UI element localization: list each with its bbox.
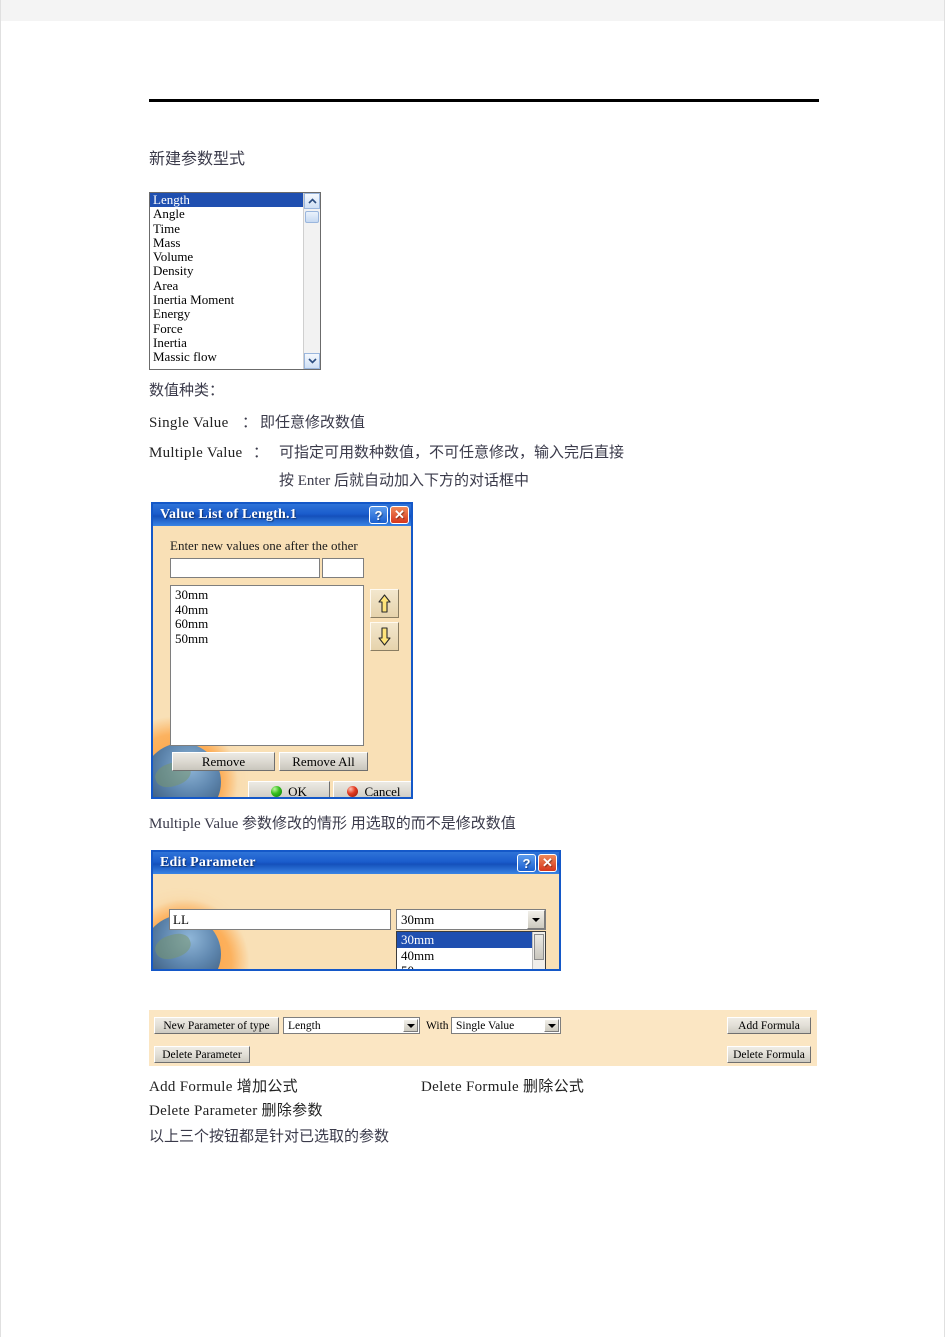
- ok-led-icon: [271, 786, 283, 797]
- list-item[interactable]: Energy: [150, 307, 303, 321]
- remove-all-button[interactable]: Remove All: [279, 752, 368, 771]
- list-item[interactable]: Density: [150, 264, 303, 278]
- parameter-value-combo[interactable]: 30mm: [396, 909, 546, 930]
- new-parameter-of-type-button[interactable]: New Parameter of type: [154, 1017, 279, 1034]
- parameter-type-list[interactable]: Length Angle Time Mass Volume Density Ar…: [150, 193, 303, 369]
- page-heading: 新建参数型式: [149, 151, 246, 168]
- list-item[interactable]: 60mm: [171, 616, 363, 632]
- cancel-led-icon: [347, 786, 359, 797]
- multiple-value-caption: Multiple Value 参数修改的情形 用选取的而不是修改数值: [149, 816, 516, 832]
- parameter-value-dropdown-list[interactable]: 30mm 40mm 50mm 60mm: [397, 932, 532, 969]
- list-item[interactable]: 50mm: [397, 963, 532, 969]
- list-item[interactable]: Mass: [150, 236, 303, 250]
- arrow-up-icon: [378, 594, 391, 613]
- list-item[interactable]: Force: [150, 322, 303, 336]
- ok-button-label: OK: [288, 783, 307, 799]
- list-item[interactable]: 30mm: [171, 587, 363, 603]
- value-list-dialog-title: Value List of Length.1: [160, 507, 297, 522]
- parameter-type-listbox[interactable]: Length Angle Time Mass Volume Density Ar…: [149, 192, 321, 370]
- scrollbar-thumb[interactable]: [534, 934, 544, 960]
- parameter-value-combo-value: 30mm: [401, 911, 435, 927]
- footer-delete-formule: Delete Formule 删除公式: [421, 1079, 585, 1095]
- parameter-name-input[interactable]: [169, 909, 391, 930]
- chevron-down-icon[interactable]: [403, 1019, 418, 1032]
- arrow-down-icon: [378, 627, 391, 646]
- cancel-button-label: Cancel: [364, 783, 401, 799]
- chevron-down-icon[interactable]: [544, 1019, 559, 1032]
- edit-parameter-dialog-body: 30mm 30mm 40mm 50mm 60mm: [153, 874, 559, 969]
- document-page: 新建参数型式 Length Angle Time Mass Volume Den…: [0, 0, 945, 1337]
- multiple-value-colon: ：: [253, 445, 269, 461]
- with-label: With: [426, 1020, 449, 1032]
- new-value-input[interactable]: [170, 558, 320, 578]
- header-divider-rule: [149, 99, 819, 102]
- page-top-margin-strip: [1, 0, 944, 21]
- values-kind-heading: 数值种类：: [149, 383, 225, 399]
- dropdown-scrollbar[interactable]: [532, 932, 545, 969]
- list-item[interactable]: Volume: [150, 250, 303, 264]
- move-up-button[interactable]: [370, 589, 399, 618]
- add-formula-button[interactable]: Add Formula: [727, 1017, 811, 1034]
- list-item[interactable]: Time: [150, 222, 303, 236]
- ok-button[interactable]: OK: [248, 781, 330, 799]
- parameter-type-combo-value: Length: [288, 1019, 321, 1032]
- move-down-button[interactable]: [370, 622, 399, 651]
- help-icon[interactable]: ?: [369, 506, 388, 524]
- list-item[interactable]: 50mm: [171, 631, 363, 647]
- help-icon[interactable]: ?: [517, 854, 536, 872]
- list-item[interactable]: Angle: [150, 207, 303, 221]
- remove-button[interactable]: Remove: [172, 752, 275, 771]
- list-item[interactable]: 40mm: [171, 602, 363, 618]
- multiple-value-description-line2: 按 Enter 后就自动加入下方的对话框中: [279, 473, 529, 489]
- list-item[interactable]: Length: [150, 193, 303, 208]
- value-list-dialog-titlebar[interactable]: Value List of Length.1 ? ✕: [153, 504, 411, 526]
- parameter-type-combo[interactable]: Length: [283, 1017, 420, 1034]
- list-item[interactable]: 30mm: [397, 932, 532, 948]
- new-value-unit-input[interactable]: [322, 558, 364, 578]
- close-icon[interactable]: ✕: [538, 854, 557, 872]
- single-value-description: 即任意修改数值: [260, 415, 366, 431]
- multiple-value-term: Multiple Value: [149, 445, 243, 461]
- footer-add-formule: Add Formule 增加公式: [149, 1079, 298, 1095]
- chevron-up-icon: [307, 198, 317, 204]
- single-value-term: Single Value: [149, 415, 229, 431]
- edit-parameter-dialog-titlebar[interactable]: Edit Parameter ? ✕: [153, 852, 559, 874]
- enter-values-prompt: Enter new values one after the other: [170, 538, 358, 553]
- value-kind-combo-value: Single Value: [456, 1019, 515, 1032]
- edit-parameter-dialog-title: Edit Parameter: [160, 855, 256, 870]
- list-item[interactable]: Massic flow: [150, 350, 303, 364]
- scroll-up-arrow-icon[interactable]: [304, 193, 320, 209]
- list-item[interactable]: Inertia Moment: [150, 293, 303, 307]
- close-icon[interactable]: ✕: [390, 506, 409, 524]
- chevron-down-icon[interactable]: [527, 910, 545, 929]
- list-item[interactable]: Inertia: [150, 336, 303, 350]
- chevron-down-icon: [307, 358, 317, 364]
- delete-formula-button[interactable]: Delete Formula: [727, 1046, 811, 1063]
- value-kind-combo[interactable]: Single Value: [451, 1017, 561, 1034]
- listbox-scrollbar[interactable]: [303, 193, 320, 369]
- footer-delete-parameter: Delete Parameter 删除参数: [149, 1103, 323, 1119]
- edit-parameter-dialog: Edit Parameter ? ✕ 30mm 30mm 40mm 50mm 6…: [151, 850, 561, 971]
- scrollbar-thumb[interactable]: [305, 211, 319, 223]
- multiple-value-description-line1: 可指定可用数种数值，不可任意修改，输入完后直接: [279, 445, 625, 461]
- scroll-down-arrow-icon[interactable]: [304, 353, 320, 369]
- value-list-dialog-body: Enter new values one after the other 30m…: [153, 526, 411, 797]
- cancel-button[interactable]: Cancel: [333, 781, 411, 799]
- list-item[interactable]: Area: [150, 279, 303, 293]
- values-listbox[interactable]: 30mm 40mm 60mm 50mm: [170, 585, 364, 746]
- parameter-toolbar-strip: New Parameter of type Length With Single…: [149, 1010, 817, 1066]
- value-list-dialog: Value List of Length.1 ? ✕ Enter new val…: [151, 502, 413, 799]
- parameter-value-dropdown-popup[interactable]: 30mm 40mm 50mm 60mm: [396, 931, 546, 969]
- footer-note: 以上三个按钮都是针对已选取的参数: [149, 1129, 390, 1145]
- list-item[interactable]: 40mm: [397, 948, 532, 964]
- single-value-colon: ：: [242, 415, 258, 431]
- delete-parameter-button[interactable]: Delete Parameter: [154, 1046, 250, 1063]
